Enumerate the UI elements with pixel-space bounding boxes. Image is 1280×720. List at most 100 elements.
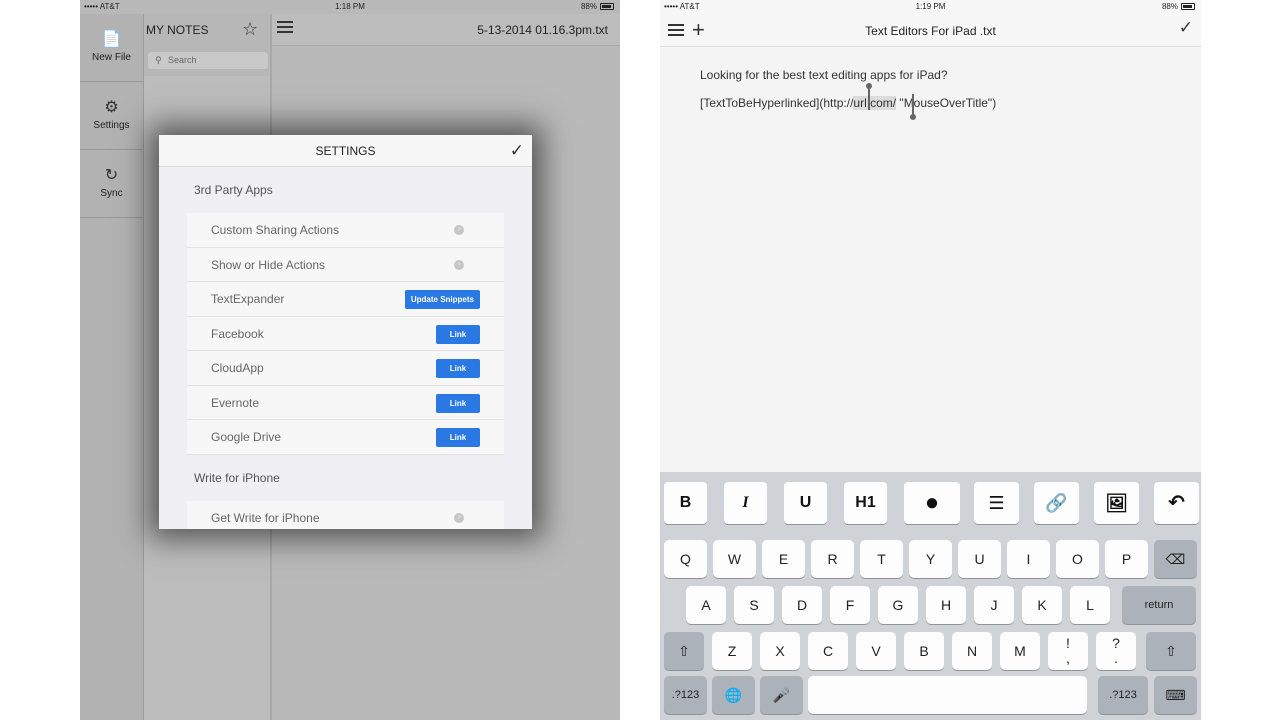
left-ipad-screen: ••••• AT&T 1:18 PM 88% 📄 New File ⚙ Sett… xyxy=(80,0,620,720)
facebook-link-button[interactable]: Link xyxy=(436,324,480,344)
heading-button[interactable]: H1 xyxy=(844,482,887,524)
image-icon[interactable]: 🖼 xyxy=(1094,482,1139,524)
key-t[interactable]: T xyxy=(860,540,903,578)
key-w[interactable]: W xyxy=(713,540,756,578)
list-icon[interactable]: ☰ xyxy=(974,482,1019,524)
key-i[interactable]: I xyxy=(1007,540,1050,578)
chevron-right-icon: › xyxy=(454,259,464,270)
search-input[interactable]: ⚲ Search xyxy=(148,52,268,69)
done-check-icon[interactable]: ✓ xyxy=(1179,18,1193,38)
settings-row-show-hide[interactable]: Show or Hide Actions › xyxy=(187,247,504,282)
key-j[interactable]: J xyxy=(974,586,1014,624)
sidebar-item-label: Settings xyxy=(93,120,130,131)
numbers-key-left[interactable]: .?123 xyxy=(664,676,707,714)
globe-icon[interactable]: 🌐 xyxy=(712,676,755,714)
battery-icon xyxy=(1181,3,1195,10)
key-s[interactable]: S xyxy=(734,586,774,624)
shift-key-right[interactable]: ⇧ xyxy=(1146,632,1196,670)
key-q[interactable]: Q xyxy=(664,540,707,578)
update-snippets-button[interactable]: Update Snippets xyxy=(404,290,480,309)
menu-icon[interactable] xyxy=(277,21,293,36)
numbers-key-right[interactable]: .?123 xyxy=(1098,676,1148,714)
cloudapp-link-button[interactable]: Link xyxy=(436,359,480,378)
key-k[interactable]: K xyxy=(1022,586,1062,624)
gear-icon: ⚙ xyxy=(104,99,119,116)
clock-label: 1:19 PM xyxy=(915,2,946,11)
key-r[interactable]: R xyxy=(811,540,854,578)
key-h[interactable]: H xyxy=(926,586,966,624)
space-key[interactable] xyxy=(808,676,1087,714)
underline-button[interactable]: U xyxy=(784,482,827,524)
status-bar: ••••• AT&T 1:19 PM 88% xyxy=(660,0,1201,14)
key-u[interactable]: U xyxy=(958,540,1001,578)
evernote-link-button[interactable]: Link xyxy=(436,393,480,413)
key-a[interactable]: A xyxy=(686,586,726,624)
italic-button[interactable]: I xyxy=(724,482,767,524)
chevron-right-icon: › xyxy=(454,512,464,523)
settings-header: SETTINGS ✓ xyxy=(159,135,532,167)
key-b[interactable]: B xyxy=(904,632,944,670)
key-p[interactable]: P xyxy=(1105,540,1148,578)
key-f[interactable]: F xyxy=(830,586,870,624)
search-placeholder: Search xyxy=(168,55,197,65)
document-line: Looking for the best text editing apps f… xyxy=(700,68,948,82)
key-y[interactable]: Y xyxy=(909,540,952,578)
record-icon[interactable]: ● xyxy=(904,482,960,524)
key-d[interactable]: D xyxy=(782,586,822,624)
row-label: Facebook xyxy=(211,326,264,341)
key-g[interactable]: G xyxy=(878,586,918,624)
star-icon[interactable]: ☆ xyxy=(242,19,258,40)
row-label: CloudApp xyxy=(211,361,264,375)
sidebar-item-settings[interactable]: ⚙ Settings xyxy=(80,82,143,150)
keyboard: B I U H1 ● ☰ 🔗 🖼 ↶ Q W E R T Y U I O P ⌫ xyxy=(660,472,1201,720)
key-m[interactable]: M xyxy=(1000,632,1040,670)
selection-start-handle[interactable] xyxy=(866,83,872,110)
status-bar: ••••• AT&T 1:18 PM 88% xyxy=(80,0,620,14)
google-drive-link-button[interactable]: Link xyxy=(436,428,480,447)
clock-label: 1:18 PM xyxy=(335,2,365,11)
settings-modal: SETTINGS ✓ 3rd Party Apps Custom Sharing… xyxy=(159,135,532,529)
row-label: Custom Sharing Actions xyxy=(211,223,340,237)
shift-key-left[interactable]: ⇧ xyxy=(664,632,704,670)
row-label: Evernote xyxy=(211,395,260,410)
row-label: Google Drive xyxy=(211,430,282,444)
document-editor[interactable]: Looking for the best text editing apps f… xyxy=(660,48,1201,472)
link-icon[interactable]: 🔗 xyxy=(1034,482,1079,524)
battery-label: 88% xyxy=(1161,2,1178,11)
settings-row-evernote: Evernote Link xyxy=(187,385,504,420)
key-v[interactable]: V xyxy=(856,632,896,670)
sidebar-item-new-file[interactable]: 📄 New File xyxy=(80,14,143,82)
settings-row-get-write-iphone[interactable]: Get Write for iPhone › xyxy=(187,500,504,529)
sidebar-item-sync[interactable]: ↻ Sync xyxy=(80,150,143,218)
sidebar-item-label: Sync xyxy=(100,188,123,199)
return-key[interactable]: return xyxy=(1122,586,1196,624)
key-exclaim-comma[interactable]: ! , xyxy=(1048,632,1088,670)
section-title: Write for iPhone xyxy=(194,470,280,485)
backspace-key[interactable]: ⌫ xyxy=(1154,540,1197,578)
row-label: TextExpander xyxy=(211,292,285,306)
list-title: MY NOTES xyxy=(146,23,209,37)
key-e[interactable]: E xyxy=(762,540,805,578)
key-question-period[interactable]: ? . xyxy=(1096,632,1136,670)
key-o[interactable]: O xyxy=(1056,540,1099,578)
keyboard-hide-icon[interactable]: ⌨ xyxy=(1154,676,1197,714)
key-c[interactable]: C xyxy=(808,632,848,670)
done-check-icon[interactable]: ✓ xyxy=(510,135,524,167)
key-x[interactable]: X xyxy=(760,632,800,670)
key-n[interactable]: N xyxy=(952,632,992,670)
key-l[interactable]: L xyxy=(1070,586,1110,624)
editor-top-bar: + Text Editors For iPad .txt ✓ xyxy=(660,14,1201,47)
document-icon: 📄 xyxy=(101,31,122,48)
stage: ••••• AT&T 1:18 PM 88% 📄 New File ⚙ Sett… xyxy=(0,0,1280,720)
undo-icon[interactable]: ↶ xyxy=(1154,482,1199,524)
key-z[interactable]: Z xyxy=(712,632,752,670)
selection-end-handle[interactable] xyxy=(910,94,916,120)
document-title: Text Editors For iPad .txt xyxy=(865,24,996,38)
battery-icon xyxy=(600,3,614,10)
microphone-icon[interactable]: 🎤 xyxy=(760,676,803,714)
format-toolbar: B I U H1 ● ☰ 🔗 🖼 ↶ xyxy=(660,482,1201,524)
section-title: 3rd Party Apps xyxy=(194,183,273,197)
bold-button[interactable]: B xyxy=(664,482,707,524)
right-ipad-screen: ••••• AT&T 1:19 PM 88% + Text Editors Fo… xyxy=(660,0,1201,720)
settings-row-custom-sharing[interactable]: Custom Sharing Actions › xyxy=(187,213,504,248)
